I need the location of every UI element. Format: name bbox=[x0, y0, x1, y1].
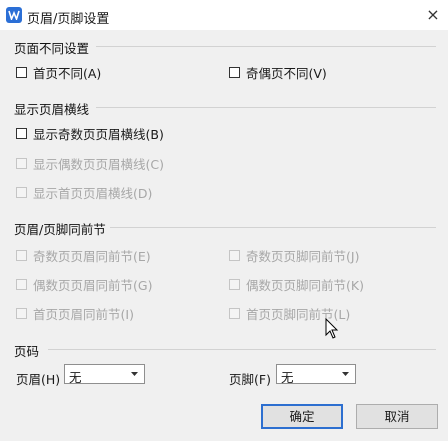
app-icon bbox=[6, 7, 22, 23]
checkbox-box[interactable] bbox=[229, 278, 240, 290]
checkbox-box[interactable] bbox=[229, 249, 240, 261]
even-footer-same-checkbox[interactable]: 偶数页页脚同前节(K) bbox=[229, 276, 364, 293]
checkbox-box[interactable] bbox=[229, 66, 240, 78]
cancel-button[interactable]: 取消 bbox=[356, 404, 438, 429]
first-page-different-checkbox[interactable]: 首页不同(A) bbox=[16, 64, 102, 81]
title-bar: 页眉/页脚设置 × bbox=[0, 0, 448, 30]
checkbox-label: 首页页眉同前节(I) bbox=[33, 306, 134, 322]
checkbox-box[interactable] bbox=[16, 127, 27, 139]
checkbox-box[interactable] bbox=[16, 249, 27, 261]
first-header-line-checkbox[interactable]: 显示首页页眉横线(D) bbox=[16, 184, 153, 201]
first-header-same-checkbox[interactable]: 首页页眉同前节(I) bbox=[16, 305, 134, 322]
checkbox-label: 偶数页页眉同前节(G) bbox=[33, 277, 153, 293]
close-button[interactable]: × bbox=[424, 6, 442, 24]
section-divider bbox=[110, 227, 436, 228]
odd-footer-same-checkbox[interactable]: 奇数页页脚同前节(J) bbox=[229, 247, 360, 264]
odd-header-same-checkbox[interactable]: 奇数页页眉同前节(E) bbox=[16, 247, 151, 264]
even-header-line-checkbox[interactable]: 显示偶数页页眉横线(C) bbox=[16, 155, 164, 172]
footer-page-number-select[interactable]: 无 bbox=[276, 364, 356, 385]
checkbox-label: 奇数页页眉同前节(E) bbox=[33, 248, 151, 264]
header-page-number-label: 页眉(H) bbox=[16, 372, 61, 387]
checkbox-box[interactable] bbox=[16, 186, 27, 198]
checkbox-label: 奇数页页脚同前节(J) bbox=[246, 248, 360, 264]
section-title-header-line: 显示页眉横线 bbox=[14, 102, 90, 117]
section-divider bbox=[96, 46, 436, 47]
select-value: 无 bbox=[69, 370, 82, 385]
footer-page-number-label: 页脚(F) bbox=[229, 372, 271, 387]
checkbox-box[interactable] bbox=[229, 307, 240, 319]
mouse-cursor-icon bbox=[325, 318, 339, 339]
checkbox-box[interactable] bbox=[16, 307, 27, 319]
even-header-same-checkbox[interactable]: 偶数页页眉同前节(G) bbox=[16, 276, 153, 293]
ok-button[interactable]: 确定 bbox=[261, 404, 343, 429]
section-title-same-as-previous: 页眉/页脚同前节 bbox=[14, 222, 106, 237]
chevron-down-icon bbox=[342, 372, 349, 376]
checkbox-label: 显示偶数页页眉横线(C) bbox=[33, 156, 164, 172]
checkbox-box[interactable] bbox=[16, 157, 27, 169]
checkbox-label: 偶数页页脚同前节(K) bbox=[246, 277, 364, 293]
checkbox-box[interactable] bbox=[16, 278, 27, 290]
checkbox-label: 显示首页页眉横线(D) bbox=[33, 185, 153, 201]
section-divider bbox=[48, 349, 436, 350]
chevron-down-icon bbox=[131, 372, 138, 376]
window-title: 页眉/页脚设置 bbox=[27, 12, 110, 27]
select-value: 无 bbox=[281, 370, 294, 385]
checkbox-label: 首页不同(A) bbox=[33, 65, 102, 81]
section-divider bbox=[96, 107, 436, 108]
checkbox-label: 显示奇数页页眉横线(B) bbox=[33, 126, 164, 142]
header-page-number-select[interactable]: 无 bbox=[64, 364, 145, 385]
section-title-different: 页面不同设置 bbox=[14, 41, 90, 56]
checkbox-label: 奇偶页不同(V) bbox=[246, 65, 327, 81]
odd-header-line-checkbox[interactable]: 显示奇数页页眉横线(B) bbox=[16, 125, 164, 142]
section-title-page-number: 页码 bbox=[14, 344, 40, 359]
odd-even-different-checkbox[interactable]: 奇偶页不同(V) bbox=[229, 64, 327, 81]
checkbox-box[interactable] bbox=[16, 66, 27, 78]
